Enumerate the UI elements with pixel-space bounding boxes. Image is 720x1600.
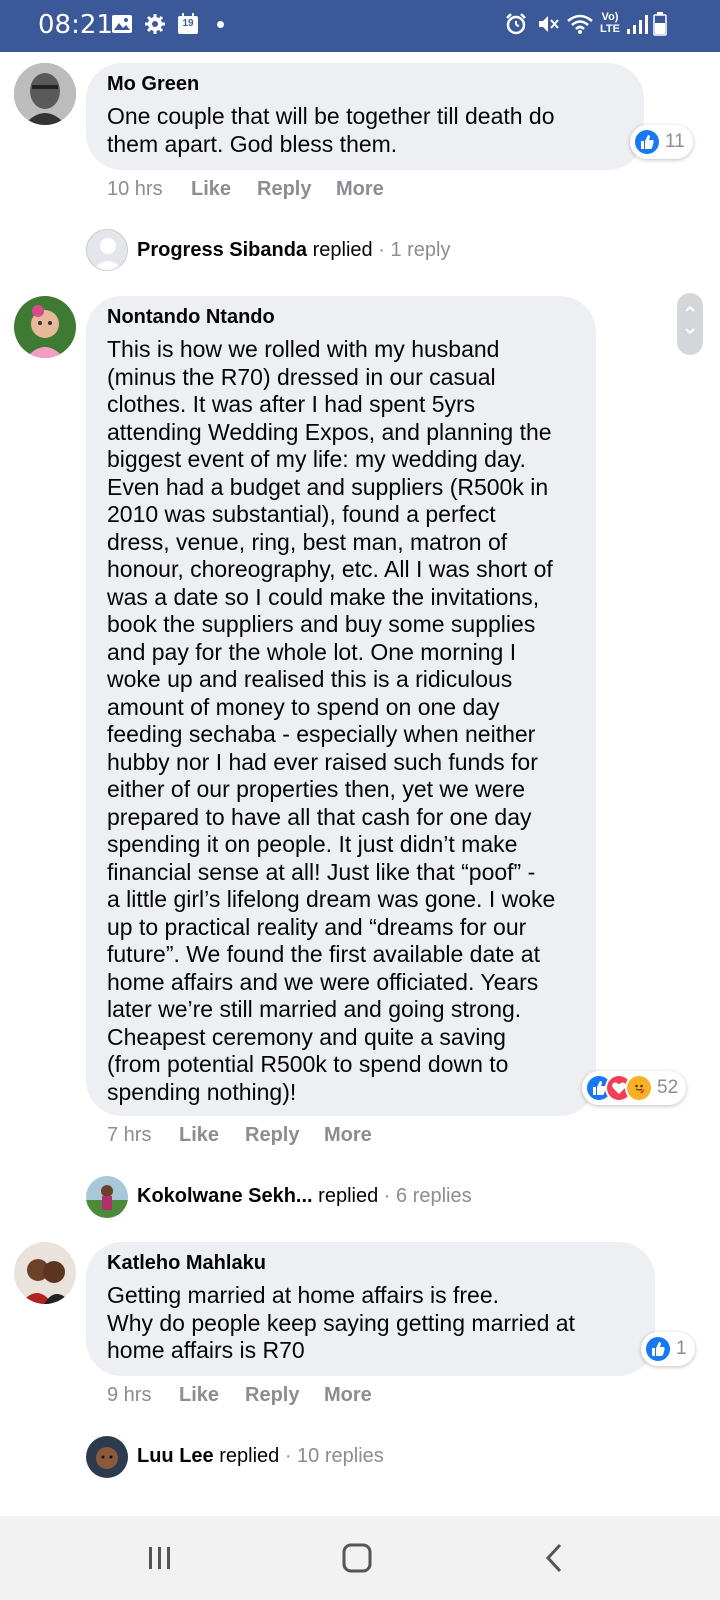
replied-label: replied [312,239,373,261]
alarm-icon [504,12,528,36]
replies-link[interactable]: Progress Sibanda replied · 1 reply [137,239,450,262]
reaction-count: 11 [665,131,685,152]
notification-dot-icon [217,21,224,28]
more-button[interactable]: More [324,1384,372,1407]
avatar-nontando-ntando[interactable] [14,296,76,358]
avatar-luu-lee[interactable] [86,1436,128,1478]
reaction-summary[interactable]: 1 [641,1332,695,1366]
calendar-icon: 19 [176,12,200,36]
volte-label-bottom: LTE [600,23,620,35]
comment-time: 9 hrs [107,1384,152,1406]
reaction-count: 1 [676,1338,687,1359]
comment-text: One couple that will be together till de… [107,103,555,157]
comment-author[interactable]: Katleho Mahlaku [107,1252,266,1275]
calendar-day: 19 [182,18,194,29]
avatar-mo-green[interactable] [14,63,76,125]
mute-icon [536,12,560,36]
signal-icon [626,12,650,36]
like-button[interactable]: Like [179,1124,219,1147]
comment-author[interactable]: Mo Green [107,73,199,96]
reply-count: · 6 replies [383,1185,472,1207]
like-button[interactable]: Like [179,1384,219,1407]
reaction-summary[interactable]: 11 [630,125,693,159]
chevron-down-icon [685,328,695,335]
back-button[interactable] [495,1516,615,1600]
gallery-icon [110,12,134,36]
comment-time: 7 hrs [107,1124,152,1146]
avatar-progress-sibanda[interactable] [86,229,128,271]
replied-label: replied [219,1445,280,1467]
replies-link[interactable]: Luu Lee replied · 10 replies [137,1445,384,1468]
status-time: 08:21 [38,10,113,40]
reply-count: · 10 replies [284,1445,384,1467]
navigation-bar [0,1516,720,1600]
reply-button[interactable]: Reply [257,178,311,201]
avatar-katleho-mahlaku[interactable] [14,1242,76,1304]
comment-text: Getting married at home affairs is free.… [107,1282,575,1363]
more-button[interactable]: More [324,1124,372,1147]
comment-actions: 10 hrs Like Reply More [107,178,407,202]
like-reaction-icon [633,128,661,156]
home-icon [342,1543,372,1573]
comment-text: This is how we rolled with my husband (m… [107,336,556,1105]
battery-icon [652,12,668,36]
comment-time: 10 hrs [107,178,163,200]
home-button[interactable] [297,1516,417,1600]
avatar-kokolwane[interactable] [86,1176,128,1218]
comment-author[interactable]: Nontando Ntando [107,306,275,329]
reaction-summary[interactable]: 52 [582,1071,687,1105]
replies-link[interactable]: Kokolwane Sekh... replied · 6 replies [137,1185,472,1208]
recent-apps-button[interactable] [100,1516,220,1600]
reply-button[interactable]: Reply [245,1124,299,1147]
volte-label-top: Vo) [601,11,619,23]
back-icon [545,1543,562,1573]
like-button[interactable]: Like [191,178,231,201]
wifi-icon [566,12,594,36]
scroll-handle[interactable] [677,293,703,355]
more-button[interactable]: More [336,178,384,201]
reply-button[interactable]: Reply [245,1384,299,1407]
volte-indicator: Vo) LTE [599,11,621,35]
comment-actions: 7 hrs Like Reply More [107,1124,407,1148]
status-bar: 08:21 19 Vo) LTE [0,0,720,52]
reply-count: · 1 reply [378,239,451,261]
chevron-up-icon [685,305,695,312]
reaction-count: 52 [657,1077,679,1098]
replied-label: replied [318,1185,379,1207]
replier-name: Luu Lee [137,1445,214,1467]
replier-name: Progress Sibanda [137,239,308,261]
comment-actions: 9 hrs Like Reply More [107,1384,407,1408]
replier-name: Kokolwane Sekh... [137,1185,313,1207]
settings-icon [143,12,167,36]
care-reaction-icon [625,1074,653,1102]
recent-apps-icon [149,1547,170,1569]
like-reaction-icon [644,1335,672,1363]
